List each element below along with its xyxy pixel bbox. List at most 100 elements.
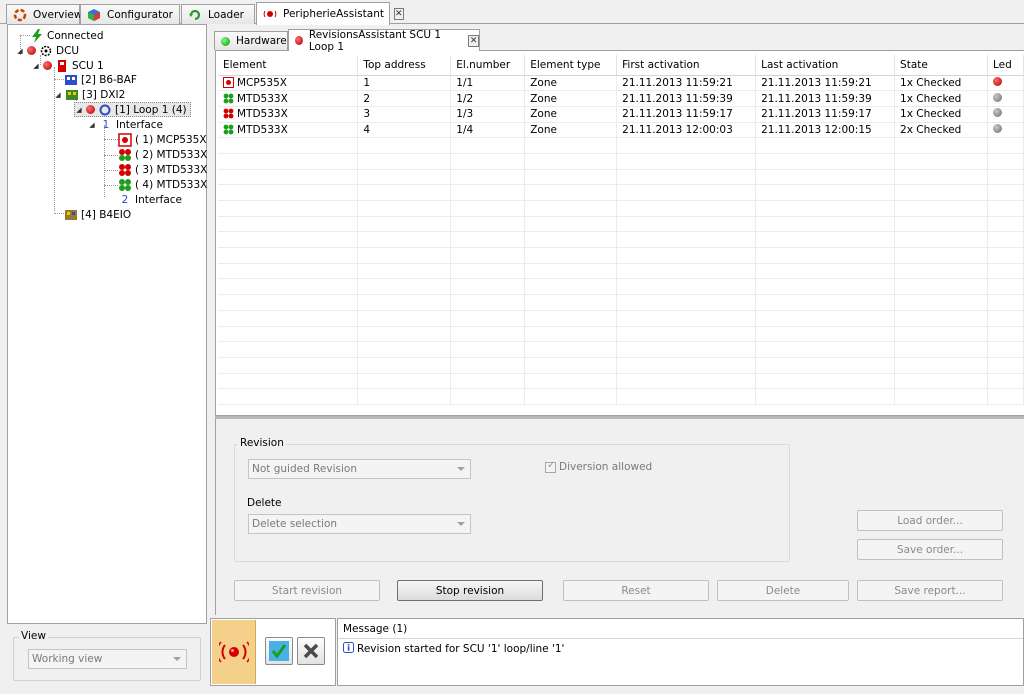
- tree-item-b4eio[interactable]: [4] B4EIO: [64, 207, 131, 222]
- status-red-icon: [295, 36, 303, 45]
- start-revision-button[interactable]: Start revision: [234, 580, 380, 601]
- cell-el-number: 1/3: [450, 106, 526, 123]
- cell-last-activation: 21.11.2013 11:59:21: [755, 75, 896, 92]
- collapse-arrow-icon[interactable]: ◢: [75, 106, 83, 114]
- status-green-icon: [221, 36, 230, 46]
- loop-icon: [98, 103, 112, 117]
- view-select-value: Working view: [32, 653, 103, 665]
- column-header-first-activation[interactable]: First activation: [616, 55, 757, 76]
- collapse-arrow-icon[interactable]: ◢: [54, 91, 62, 99]
- message-header-label: Message (1): [343, 622, 408, 635]
- gear-icon: [39, 44, 53, 58]
- cell-top-address: 4: [357, 122, 452, 139]
- mtd-red-icon: [223, 108, 234, 119]
- tree-item-interface-1[interactable]: ◢ 1 Interface: [88, 117, 163, 132]
- tab-label: Loader: [208, 8, 244, 21]
- close-tab-icon[interactable]: ✕: [468, 34, 479, 47]
- tree-item-scu[interactable]: ◢ SCU 1: [32, 58, 104, 73]
- collapse-arrow-icon[interactable]: ◢: [88, 121, 96, 129]
- save-report-button[interactable]: Save report...: [857, 580, 1003, 601]
- message-row[interactable]: Revision started for SCU '1' loop/line '…: [343, 642, 564, 656]
- load-order-button[interactable]: Load order...: [857, 510, 1003, 531]
- cell-state: 1x Checked: [894, 106, 988, 123]
- tree-label: ( 4) MTD533X: [135, 178, 208, 191]
- cell-element: MTD533X: [218, 90, 359, 107]
- collapse-arrow-icon[interactable]: ◢: [16, 47, 24, 55]
- tree-item-dcu[interactable]: ◢ DCU: [16, 43, 79, 58]
- message-header: Message (1): [338, 619, 1023, 639]
- tab-configurator[interactable]: Configurator: [80, 4, 180, 24]
- overview-icon: [13, 8, 27, 22]
- cell-last-activation: 21.11.2013 11:59:39: [755, 90, 896, 107]
- column-header-last-activation[interactable]: Last activation: [755, 55, 896, 76]
- tree-item-device-1[interactable]: ( 1) MCP535X: [118, 132, 207, 147]
- table-row[interactable]: MTD533X 2 1/2 Zone 21.11.2013 11:59:39 2…: [218, 90, 1024, 107]
- tree-item-interface-2[interactable]: 2 Interface: [118, 192, 182, 207]
- tree-label: SCU 1: [72, 59, 104, 72]
- tree-item-device-3[interactable]: ( 3) MTD533X: [118, 162, 207, 177]
- tab-loader[interactable]: Loader: [181, 4, 255, 24]
- tab-hardware[interactable]: Hardware: [214, 31, 288, 50]
- column-header-element[interactable]: Element: [218, 55, 359, 76]
- table-row[interactable]: MTD533X 4 1/4 Zone 21.11.2013 12:00:03 2…: [218, 122, 1024, 139]
- collapse-arrow-icon[interactable]: ◢: [32, 62, 40, 70]
- element-name: MCP535X: [237, 76, 287, 89]
- tree-item-loop[interactable]: ◢ [1] Loop 1 (4): [74, 102, 191, 117]
- status-red-icon: [86, 105, 95, 114]
- column-header-led[interactable]: Led: [987, 55, 1024, 76]
- delete-select[interactable]: Delete selection: [248, 514, 471, 534]
- lightning-icon: [30, 28, 44, 43]
- info-icon: [343, 642, 354, 656]
- cell-first-activation: 21.11.2013 11:59:21: [616, 75, 757, 92]
- empty-row: [218, 184, 1024, 201]
- delete-label: Delete: [247, 497, 282, 509]
- tree-item-connected[interactable]: Connected: [30, 28, 104, 43]
- tab-peripherieassistant[interactable]: PeripherieAssistant ✕: [256, 2, 404, 25]
- diversion-allowed-checkbox[interactable]: Diversion allowed: [545, 460, 652, 473]
- tree-item-dxi2[interactable]: ◢ [3] DXI2: [54, 87, 125, 102]
- element-name: MTD533X: [237, 108, 288, 121]
- tab-overview[interactable]: Overview: [6, 4, 82, 24]
- checkbox-checked-icon: [545, 460, 556, 473]
- empty-row: [218, 231, 1024, 249]
- cell-top-address: 1: [357, 75, 452, 92]
- column-header-el-number[interactable]: El.number: [450, 55, 526, 76]
- cell-element-type: Zone: [524, 75, 618, 92]
- cell-first-activation: 21.11.2013 12:00:03: [616, 122, 757, 139]
- cancel-button[interactable]: [297, 637, 325, 665]
- cell-last-activation: 21.11.2013 11:59:17: [755, 106, 896, 123]
- close-tab-icon[interactable]: ✕: [393, 8, 404, 20]
- interface-number: 1: [102, 118, 110, 131]
- tree-item-device-4[interactable]: ( 4) MTD533X: [118, 177, 207, 192]
- cell-last-activation: 21.11.2013 12:00:15: [755, 122, 896, 139]
- empty-row: [218, 326, 1024, 343]
- delete-button[interactable]: Delete: [717, 580, 849, 601]
- cell-first-activation: 21.11.2013 11:59:17: [616, 106, 757, 123]
- revision-mode-select[interactable]: Not guided Revision: [248, 459, 471, 479]
- mcp-icon: [118, 132, 132, 147]
- column-header-state[interactable]: State: [894, 55, 988, 76]
- reset-button[interactable]: Reset: [563, 580, 709, 601]
- status-red-icon: [27, 46, 36, 55]
- view-label: View: [19, 630, 48, 642]
- tree-item-b6baf[interactable]: [2] B6-BAF: [64, 72, 137, 87]
- column-header-element-type[interactable]: Element type: [524, 55, 618, 76]
- view-select[interactable]: Working view: [28, 649, 187, 669]
- message-text: Revision started for SCU '1' loop/line '…: [357, 643, 565, 655]
- table-row[interactable]: MCP535X 1 1/1 Zone 21.11.2013 11:59:21 2…: [218, 75, 1024, 92]
- stop-revision-button[interactable]: Stop revision: [397, 580, 543, 601]
- table-row[interactable]: MTD533X 3 1/3 Zone 21.11.2013 11:59:17 2…: [218, 106, 1024, 123]
- tree-item-device-2[interactable]: ( 2) MTD533X: [118, 147, 207, 162]
- confirm-button[interactable]: [265, 637, 293, 665]
- save-order-button[interactable]: Save order...: [857, 539, 1003, 560]
- led-gray-icon: [992, 123, 1002, 133]
- tree-label: [4] B4EIO: [81, 208, 132, 221]
- revision-label: Revision: [238, 437, 286, 449]
- column-header-top-address[interactable]: Top address: [357, 55, 452, 76]
- cell-element: MTD533X: [218, 106, 359, 123]
- tab-label: Hardware: [236, 35, 287, 47]
- action-toolbar: [210, 618, 336, 686]
- tab-revisionsassistant[interactable]: RevisionsAssistant SCU 1 Loop 1 ✕: [288, 29, 480, 53]
- empty-row: [218, 153, 1024, 170]
- mtd-icon: [223, 124, 234, 135]
